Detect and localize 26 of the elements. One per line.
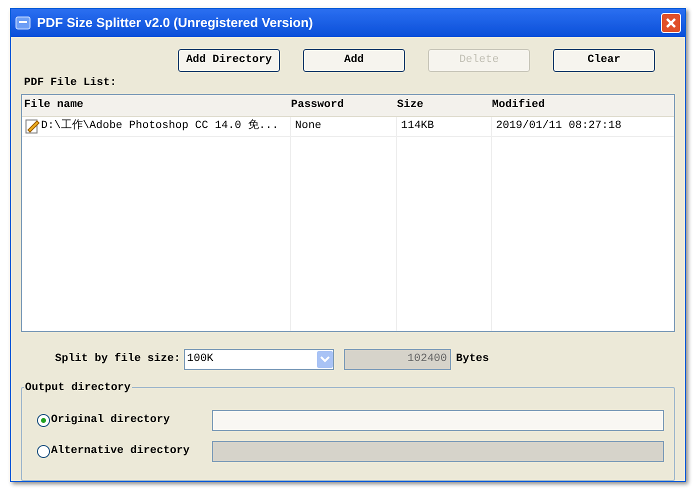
unit-label: Bytes [456,352,490,367]
column-header[interactable]: Modified [490,96,674,114]
window-title: PDF Size Splitter v2.0 (Unregistered Version) [37,14,313,32]
list-label: PDF File List: [24,77,116,89]
table-cell-text: None [294,118,322,134]
app-icon [15,16,31,30]
toolbar-button[interactable]: Add Directory [178,49,280,72]
radio-button[interactable] [37,444,50,458]
column-header[interactable]: Password [289,96,395,114]
radio-option[interactable]: Original directory [37,412,212,428]
table-cell-text: 2019/01/11 08:27:18 [495,118,622,134]
column-header[interactable]: Size [395,96,490,114]
radio-button[interactable] [37,414,50,426]
radio-option[interactable]: Alternative directory [37,442,212,460]
table-cell-text: D:\工作\Adobe Photoshop CC 14.0 免... [41,118,279,134]
toolbar-button[interactable]: Clear [553,49,655,72]
column-header[interactable]: File name [22,96,289,114]
split-label: Split by file size: [55,352,182,367]
bytes-field: 102400 [344,348,451,370]
toolbar-button[interactable]: Add [303,49,405,72]
table-cell-text: 114KB [400,118,434,134]
size-dropdown[interactable]: 100K [184,348,334,370]
close-button[interactable] [661,13,681,33]
close-icon [665,17,677,29]
pdf-file-icon [24,118,40,134]
directory-field[interactable] [212,410,664,430]
